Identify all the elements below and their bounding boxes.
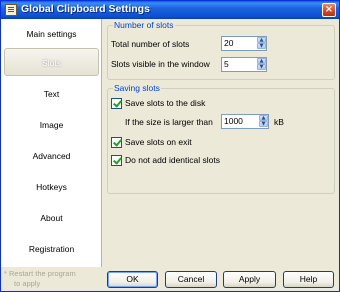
settings-window: Global Clipboard Settings × Main setting… xyxy=(0,0,340,292)
sidebar-item-about[interactable]: About xyxy=(1,203,102,233)
total-slots-label: Total number of slots xyxy=(111,39,190,49)
save-to-disk-checkbox[interactable] xyxy=(111,98,122,109)
ok-button[interactable]: OK xyxy=(107,271,158,288)
saving-slots-group: Saving slots Save slots to the disk If t… xyxy=(107,83,335,194)
help-button[interactable]: Help xyxy=(283,271,334,288)
size-threshold-spinbox[interactable]: 1000 ▲ ▼ xyxy=(221,114,269,129)
save-on-exit-checkbox[interactable] xyxy=(111,137,122,148)
saving-slots-title: Saving slots xyxy=(113,83,161,93)
cancel-button[interactable]: Cancel xyxy=(165,271,217,288)
sidebar-item-advanced[interactable]: Advanced xyxy=(1,141,102,171)
settings-content: Number of slots Total number of slots 20… xyxy=(107,19,339,267)
save-on-exit-label[interactable]: Save slots on exit xyxy=(125,137,192,147)
clipboard-app-icon xyxy=(5,4,17,16)
save-to-disk-label[interactable]: Save slots to the disk xyxy=(125,98,205,108)
visible-slots-spinbox[interactable]: 5 ▲ ▼ xyxy=(221,57,267,72)
sidebar-item-main-settings[interactable]: Main settings xyxy=(1,19,102,49)
size-threshold-label: If the size is larger than xyxy=(125,117,213,127)
total-slots-spinbox[interactable]: 20 ▲ ▼ xyxy=(221,36,267,51)
size-threshold-value[interactable]: 1000 xyxy=(224,116,243,126)
spin-down-icon[interactable]: ▼ xyxy=(259,121,268,127)
restart-note-line2: to apply xyxy=(14,279,41,288)
sidebar-item-registration[interactable]: Registration xyxy=(1,234,102,264)
close-button[interactable]: × xyxy=(322,3,336,17)
number-of-slots-group: Number of slots Total number of slots 20… xyxy=(107,20,335,80)
settings-sidebar: Main settings Slots Text Image Advanced … xyxy=(1,19,102,267)
sidebar-item-slots[interactable]: Slots xyxy=(4,48,99,76)
total-slots-value[interactable]: 20 xyxy=(224,38,233,48)
window-title: Global Clipboard Settings xyxy=(21,3,150,15)
sidebar-item-image[interactable]: Image xyxy=(1,110,102,140)
sidebar-item-text[interactable]: Text xyxy=(1,79,102,109)
spin-down-icon[interactable]: ▼ xyxy=(257,64,266,70)
no-identical-label[interactable]: Do not add identical slots xyxy=(125,155,220,165)
restart-note-line1: * Restart the program xyxy=(4,269,76,278)
visible-slots-label: Slots visible in the window xyxy=(111,59,210,69)
spin-down-icon[interactable]: ▼ xyxy=(257,43,266,49)
title-bar: Global Clipboard Settings × xyxy=(1,1,339,19)
apply-button[interactable]: Apply xyxy=(223,271,276,288)
size-unit-label: kB xyxy=(274,117,284,127)
sidebar-item-hotkeys[interactable]: Hotkeys xyxy=(1,172,102,202)
number-of-slots-title: Number of slots xyxy=(113,20,175,30)
no-identical-checkbox[interactable] xyxy=(111,155,122,166)
restart-note: * Restart the program to apply xyxy=(4,269,100,289)
visible-slots-value[interactable]: 5 xyxy=(224,59,229,69)
